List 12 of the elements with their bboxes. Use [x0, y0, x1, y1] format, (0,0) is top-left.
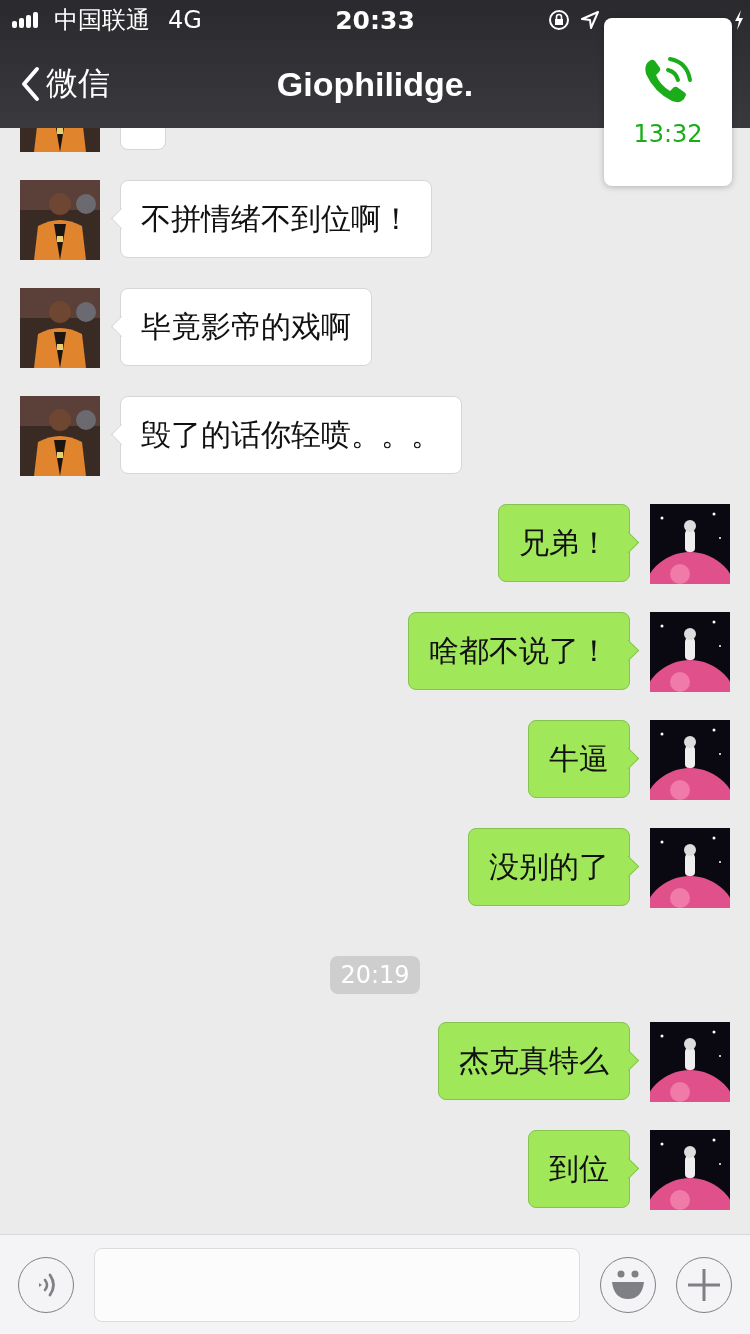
- network-type: 4G: [168, 6, 202, 34]
- carrier-name: 中国联通: [54, 5, 150, 36]
- back-button[interactable]: 微信: [0, 62, 110, 106]
- chat-title: Giophilidge.: [275, 64, 475, 104]
- message-input[interactable]: [94, 1247, 580, 1322]
- status-time: 20:33: [334, 5, 416, 35]
- location-icon: [580, 10, 600, 30]
- rotation-lock-icon: [548, 9, 570, 31]
- charging-icon: [734, 10, 744, 30]
- chevron-left-icon: [20, 66, 40, 102]
- call-duration: 13:32: [633, 120, 703, 148]
- plus-icon: [686, 1266, 722, 1303]
